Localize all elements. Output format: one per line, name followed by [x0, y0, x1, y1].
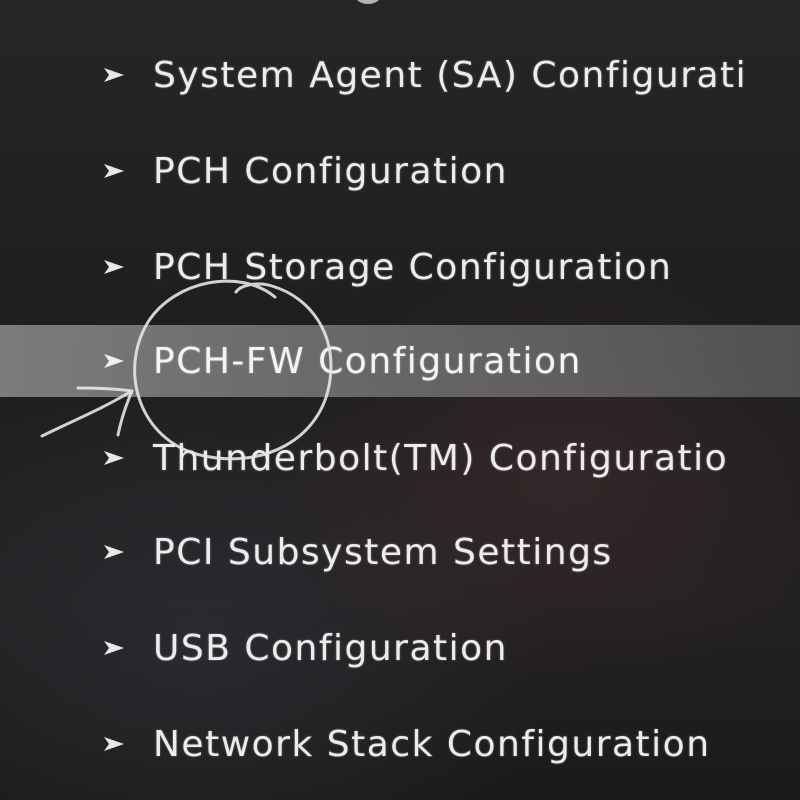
advanced-menu: System Agent (SA) Configurati PCH Config… — [0, 0, 800, 800]
submenu-arrow-icon — [104, 260, 124, 274]
menu-item-label: PCH Configuration — [153, 150, 509, 192]
submenu-arrow-icon — [104, 451, 124, 465]
bios-advanced-screen: System Agent (SA) Configurati PCH Config… — [0, 0, 800, 800]
menu-item-pch-configuration[interactable]: PCH Configuration — [0, 140, 800, 202]
submenu-arrow-icon — [104, 68, 124, 82]
submenu-arrow-icon — [104, 737, 124, 751]
menu-item-pch-storage-configuration[interactable]: PCH Storage Configuration — [0, 236, 800, 298]
menu-item-label: PCH-FW Configuration — [153, 340, 582, 382]
menu-item-usb-configuration[interactable]: USB Configuration — [0, 617, 800, 679]
menu-item-label: PCH Storage Configuration — [153, 246, 673, 288]
submenu-arrow-icon — [104, 164, 124, 178]
submenu-arrow-icon — [104, 641, 124, 655]
menu-item-thunderbolt-configuration[interactable]: Thunderbolt(TM) Configuratio — [0, 427, 800, 489]
menu-item-system-agent-configuration[interactable]: System Agent (SA) Configurati — [0, 44, 800, 106]
menu-item-pci-subsystem-settings[interactable]: PCI Subsystem Settings — [0, 521, 800, 583]
menu-item-network-stack-configuration[interactable]: Network Stack Configuration — [0, 713, 800, 775]
menu-item-label: Network Stack Configuration — [153, 723, 711, 765]
menu-item-label: USB Configuration — [153, 627, 508, 669]
menu-item-label: System Agent (SA) Configurati — [153, 54, 748, 96]
menu-item-label: PCI Subsystem Settings — [153, 531, 613, 573]
submenu-arrow-icon — [104, 354, 124, 368]
submenu-arrow-icon — [104, 545, 124, 559]
menu-item-pch-fw-configuration[interactable]: PCH-FW Configuration — [0, 325, 800, 397]
menu-item-label: Thunderbolt(TM) Configuratio — [153, 437, 729, 479]
